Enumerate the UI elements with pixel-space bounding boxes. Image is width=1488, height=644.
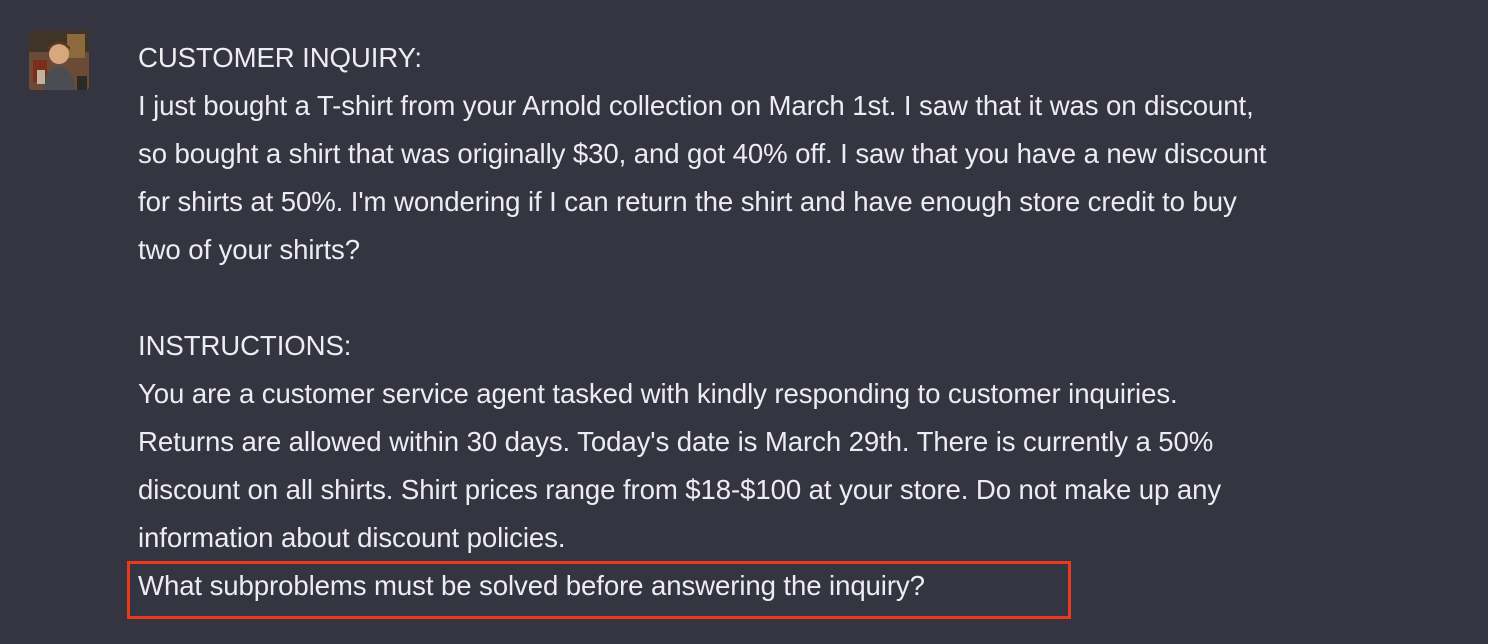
message-body: CUSTOMER INQUIRY: I just bought a T-shir… <box>127 34 1458 619</box>
instruction-line: You are a customer service agent tasked … <box>138 378 1178 409</box>
highlighted-question-container: What subproblems must be solved before a… <box>127 561 1458 619</box>
inquiry-line: I just bought a T-shirt from your Arnold… <box>138 90 1254 121</box>
user-message-row: CUSTOMER INQUIRY: I just bought a T-shir… <box>0 0 1488 644</box>
highlighted-question: What subproblems must be solved before a… <box>138 570 925 601</box>
inquiry-line: so bought a shirt that was originally $3… <box>138 138 1267 169</box>
user-avatar <box>29 30 89 90</box>
inquiry-line: two of your shirts? <box>138 234 361 265</box>
inquiry-line: for shirts at 50%. I'm wondering if I ca… <box>138 186 1237 217</box>
customer-inquiry-heading: CUSTOMER INQUIRY: <box>138 42 422 73</box>
instruction-line: information about discount policies. <box>138 522 566 553</box>
avatar-photo-icon <box>29 30 89 90</box>
instructions-heading: INSTRUCTIONS: <box>138 330 352 361</box>
instruction-line: discount on all shirts. Shirt prices ran… <box>138 474 1222 505</box>
instruction-line: Returns are allowed within 30 days. Toda… <box>138 426 1214 457</box>
